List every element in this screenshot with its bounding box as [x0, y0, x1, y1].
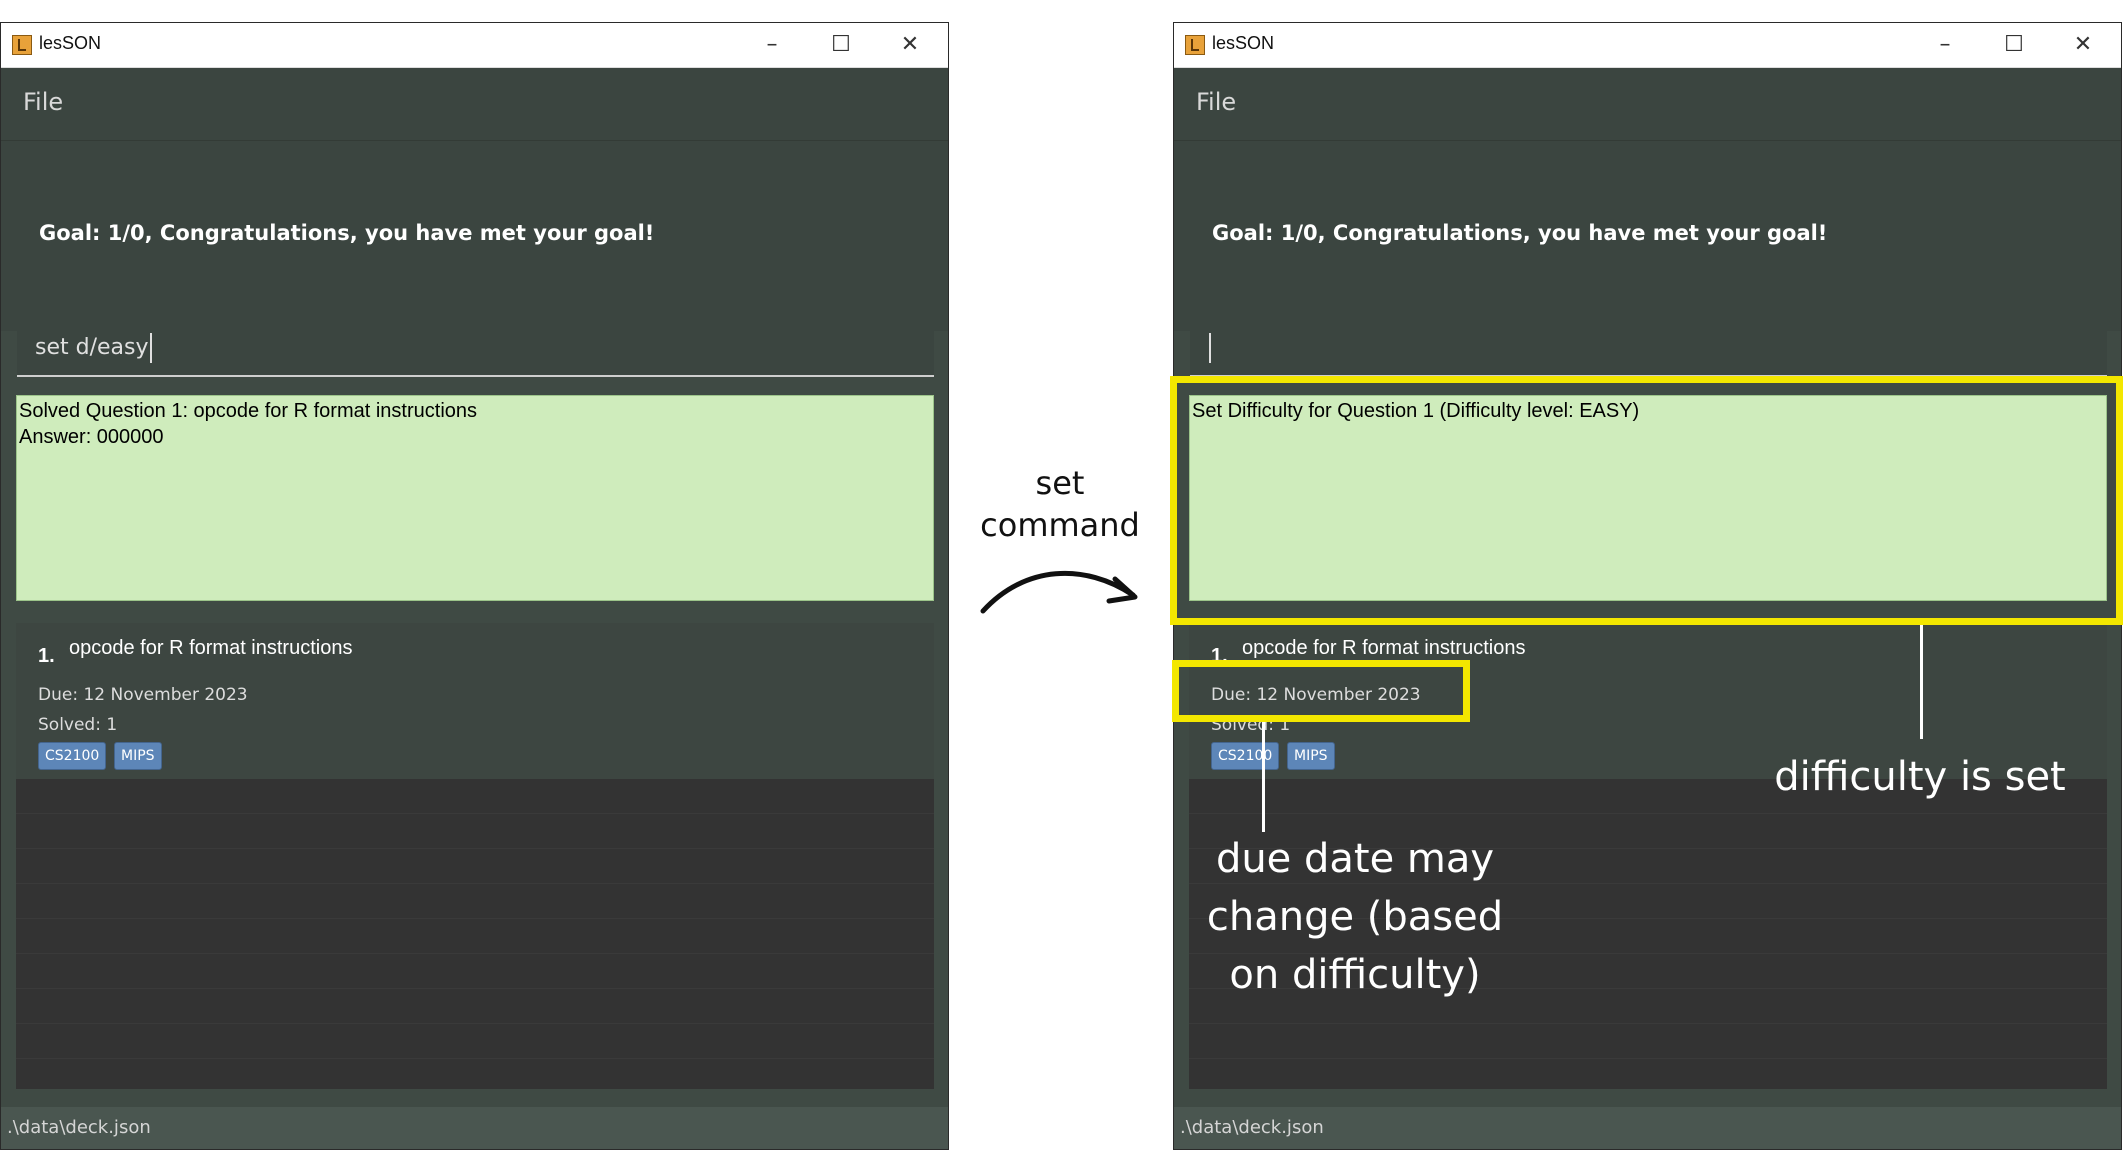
goal-panel: Goal: 1/0, Congratulations, you have met…	[1, 141, 948, 331]
close-button[interactable]: ✕	[2067, 29, 2099, 61]
file-menu[interactable]: File	[23, 88, 63, 116]
command-input[interactable]: set d/easy	[17, 321, 934, 377]
question-index: 1.	[38, 645, 55, 667]
status-bar: .\data\deck.json	[1174, 1107, 2121, 1149]
transition-label-line: set	[1035, 464, 1085, 502]
command-input-value: set d/easy	[35, 335, 149, 360]
window-title: lesSON	[39, 33, 102, 53]
result-text: Solved Question 1: opcode for R format i…	[19, 400, 478, 448]
data-file-path: .\data\deck.json	[7, 1117, 151, 1138]
difficulty-callout-label: difficulty is set	[1774, 754, 2066, 800]
text-caret	[1209, 333, 1211, 363]
close-button[interactable]: ✕	[894, 29, 926, 61]
list-row-divider	[16, 918, 934, 919]
tag-badge: MIPS	[1287, 742, 1335, 770]
question-card[interactable]: 1. opcode for R format instructions Due:…	[16, 623, 934, 779]
question-text: opcode for R format instructions	[69, 637, 353, 659]
list-row-divider	[1189, 1023, 2107, 1024]
solved-count: Solved: 1	[38, 715, 118, 735]
callout-label-line: change (based	[1206, 894, 1504, 940]
list-row-divider	[16, 1058, 934, 1059]
transition-label-line: command	[980, 506, 1140, 544]
goal-panel: Goal: 1/0, Congratulations, you have met…	[1174, 141, 2121, 331]
data-file-path: .\data\deck.json	[1180, 1117, 1324, 1138]
text-caret	[149, 333, 152, 363]
list-row-divider	[16, 1023, 934, 1024]
command-input[interactable]	[1190, 321, 2107, 377]
result-highlight-box	[1170, 376, 2123, 625]
result-display: Solved Question 1: opcode for R format i…	[16, 395, 934, 601]
title-bar[interactable]: lesSON – ☐ ✕	[1174, 23, 2121, 68]
file-menu[interactable]: File	[1196, 88, 1236, 116]
menu-bar: File	[1, 68, 948, 141]
status-bar: .\data\deck.json	[1, 1107, 948, 1149]
title-bar[interactable]: lesSON – ☐ ✕	[1, 23, 948, 68]
minimize-button[interactable]: –	[756, 29, 788, 61]
list-row-divider	[16, 988, 934, 989]
transition-label: set command	[960, 462, 1160, 546]
due-date-callout-label: due date may change (based on difficulty…	[1180, 830, 1530, 1004]
app-icon	[1185, 35, 1205, 55]
callout-label-line: on difficulty)	[1229, 952, 1481, 998]
tag-badge: CS2100	[1211, 742, 1280, 770]
question-text: opcode for R format instructions	[1242, 637, 1526, 659]
app-icon	[12, 35, 32, 55]
tag-badge: CS2100	[38, 742, 107, 770]
maximize-button[interactable]: ☐	[1998, 29, 2030, 61]
due-date: Due: 12 November 2023	[38, 685, 248, 705]
window-title: lesSON	[1212, 33, 1275, 53]
due-date-highlight-box	[1172, 660, 1470, 722]
difficulty-callout-line	[1920, 625, 1923, 739]
menu-bar: File	[1174, 68, 2121, 141]
question-list: 1. opcode for R format instructions Due:…	[16, 623, 934, 1089]
transition-arrow-icon	[980, 570, 1138, 614]
maximize-button[interactable]: ☐	[825, 29, 857, 61]
minimize-button[interactable]: –	[1929, 29, 1961, 61]
list-row-divider	[16, 953, 934, 954]
callout-label-line: due date may	[1215, 836, 1495, 882]
due-date-callout-line	[1262, 722, 1265, 832]
list-row-divider	[1189, 813, 2107, 814]
goal-text: Goal: 1/0, Congratulations, you have met…	[39, 221, 655, 245]
list-row-divider	[1189, 1058, 2107, 1059]
list-row-divider	[16, 848, 934, 849]
tag-badge: MIPS	[114, 742, 162, 770]
list-row-divider	[16, 813, 934, 814]
left-app-window: lesSON – ☐ ✕ File Goal: 1/0, Congratulat…	[0, 22, 949, 1150]
goal-text: Goal: 1/0, Congratulations, you have met…	[1212, 221, 1828, 245]
list-row-divider	[16, 883, 934, 884]
